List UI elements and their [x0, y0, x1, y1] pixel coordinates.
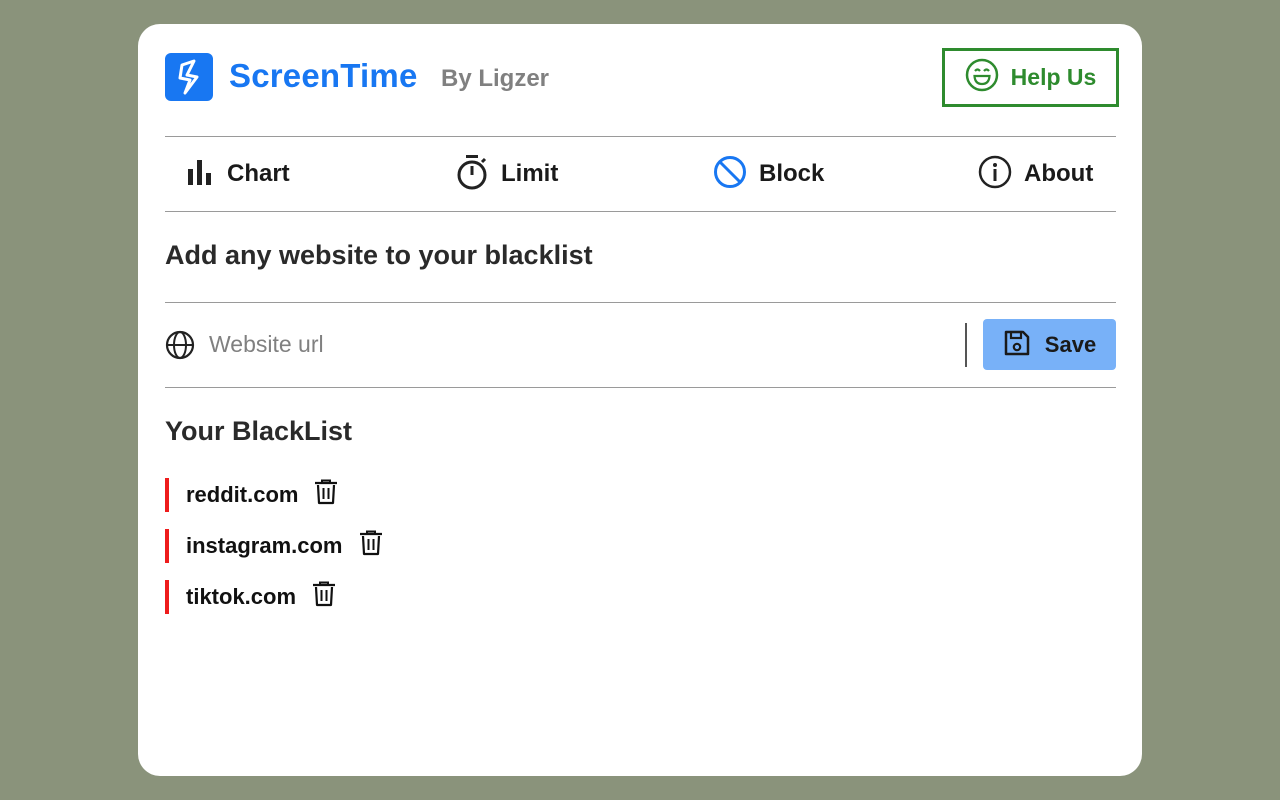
popup-card: ScreenTime By Ligzer Help Us Chart Limit…: [138, 24, 1142, 776]
trash-icon[interactable]: [314, 479, 338, 505]
header: ScreenTime By Ligzer Help Us: [165, 48, 1119, 132]
website-url-input[interactable]: [209, 323, 949, 365]
bar-chart-icon: [187, 158, 215, 191]
section-title: Add any website to your blacklist: [165, 240, 593, 270]
input-separator: [965, 323, 967, 367]
stopwatch-icon: [455, 154, 489, 195]
tab-block-label: Block: [759, 160, 825, 187]
help-us-label: Help Us: [1010, 64, 1097, 90]
blacklist-item: tiktok.com: [165, 580, 765, 614]
tab-about-label: About: [1024, 160, 1094, 187]
smiley-icon: [965, 58, 999, 97]
block-icon: [713, 155, 747, 194]
url-entry-row: Save: [165, 303, 1116, 387]
blacklist-item: instagram.com: [165, 529, 765, 563]
tab-limit[interactable]: Limit: [455, 137, 558, 211]
save-button[interactable]: Save: [983, 319, 1116, 370]
trash-icon[interactable]: [359, 530, 383, 556]
floppy-disk-icon: [1003, 329, 1031, 360]
tab-block[interactable]: Block: [713, 137, 824, 211]
blacklist-domain: instagram.com: [186, 533, 343, 558]
tab-about[interactable]: About: [978, 137, 1093, 211]
tab-chart-label: Chart: [227, 160, 290, 187]
app-logo-icon: [165, 53, 213, 101]
trash-icon[interactable]: [312, 581, 336, 607]
info-icon: [978, 155, 1012, 194]
tabs-divider: [165, 211, 1116, 212]
tab-chart[interactable]: Chart: [187, 137, 290, 211]
tab-limit-label: Limit: [501, 160, 559, 187]
brand-byline: By Ligzer: [441, 65, 550, 92]
blacklist-item: reddit.com: [165, 478, 765, 512]
brand-name: ScreenTime: [229, 57, 418, 94]
help-us-button[interactable]: Help Us: [942, 48, 1119, 107]
save-button-label: Save: [1044, 331, 1097, 357]
blacklist-domain: tiktok.com: [186, 584, 297, 609]
blacklist: reddit.com instagram.com tiktok.com: [165, 478, 765, 631]
blacklist-title: Your BlackList: [165, 416, 353, 446]
input-bottom-divider: [165, 387, 1116, 388]
blacklist-domain: reddit.com: [186, 482, 299, 507]
tab-bar: Chart Limit Block About: [165, 137, 1116, 211]
globe-icon: [165, 330, 195, 365]
